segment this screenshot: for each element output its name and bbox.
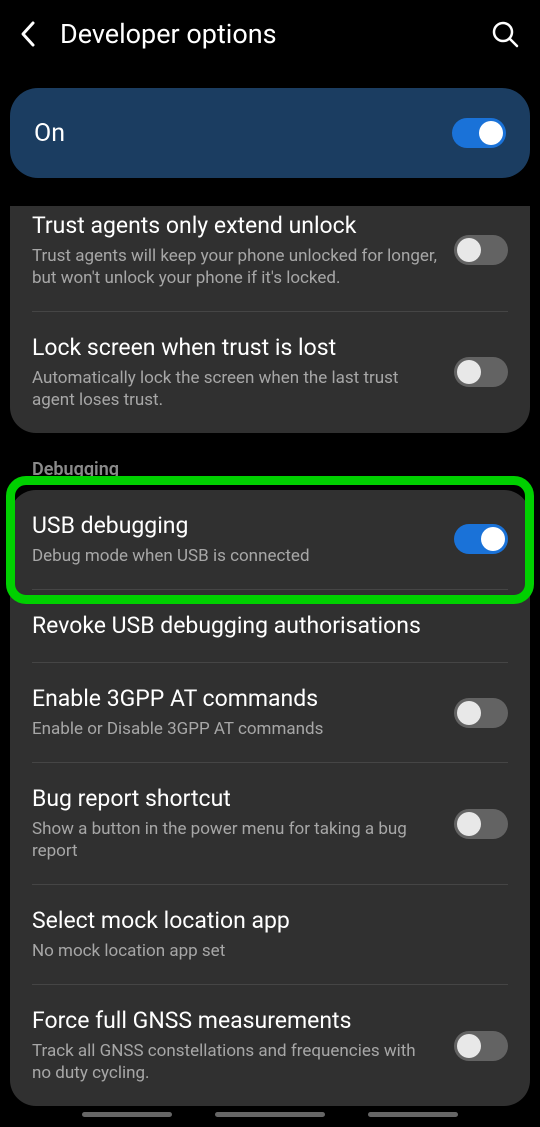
back-icon[interactable] xyxy=(14,20,42,48)
row-force-full-gnss[interactable]: Force full GNSS measurements Track all G… xyxy=(32,985,508,1106)
row-title: Select mock location app xyxy=(32,907,492,936)
row-sub: Trust agents will keep your phone unlock… xyxy=(32,245,438,289)
master-toggle-label: On xyxy=(34,119,452,148)
row-bug-report-shortcut[interactable]: Bug report shortcut Show a button in the… xyxy=(32,763,508,885)
settings-card-trust: Trust agents only extend unlock Trust ag… xyxy=(10,206,530,433)
master-toggle-row[interactable]: On xyxy=(10,88,530,178)
toggle-bug-report-shortcut[interactable] xyxy=(454,809,508,839)
row-title: Revoke USB debugging authorisations xyxy=(32,612,492,641)
row-title: Enable 3GPP AT commands xyxy=(32,685,438,714)
toggle-usb-debugging[interactable] xyxy=(454,524,508,554)
row-title: Bug report shortcut xyxy=(32,785,438,814)
row-title: Trust agents only extend unlock xyxy=(32,212,438,241)
nav-recents[interactable] xyxy=(82,1112,172,1117)
row-sub: Debug mode when USB is connected xyxy=(32,545,438,567)
section-header-debugging: Debugging xyxy=(0,433,540,480)
nav-home[interactable] xyxy=(215,1112,325,1117)
row-title: USB debugging xyxy=(32,512,438,541)
row-sub: Automatically lock the screen when the l… xyxy=(32,367,438,411)
row-enable-3gpp[interactable]: Enable 3GPP AT commands Enable or Disabl… xyxy=(32,663,508,763)
row-sub: Track all GNSS constellations and freque… xyxy=(32,1040,438,1084)
row-sub: Show a button in the power menu for taki… xyxy=(32,818,438,862)
master-toggle-switch[interactable] xyxy=(452,118,506,148)
toggle-trust-agents-extend[interactable] xyxy=(454,235,508,265)
nav-back[interactable] xyxy=(368,1112,458,1117)
row-title: Lock screen when trust is lost xyxy=(32,334,438,363)
toggle-enable-3gpp[interactable] xyxy=(454,698,508,728)
row-sub: No mock location app set xyxy=(32,940,492,962)
row-trust-agents-extend[interactable]: Trust agents only extend unlock Trust ag… xyxy=(32,206,508,312)
row-usb-debugging[interactable]: USB debugging Debug mode when USB is con… xyxy=(32,490,508,590)
toggle-force-full-gnss[interactable] xyxy=(454,1031,508,1061)
page-title: Developer options xyxy=(60,18,490,50)
system-nav-bar xyxy=(0,1107,540,1127)
row-revoke-usb-auth[interactable]: Revoke USB debugging authorisations xyxy=(32,590,508,664)
row-title: Force full GNSS measurements xyxy=(32,1007,438,1036)
row-sub: Enable or Disable 3GPP AT commands xyxy=(32,718,438,740)
app-header: Developer options xyxy=(0,0,540,68)
settings-card-debugging: USB debugging Debug mode when USB is con… xyxy=(10,490,530,1106)
row-select-mock-location[interactable]: Select mock location app No mock locatio… xyxy=(32,885,508,985)
search-icon[interactable] xyxy=(490,19,520,49)
toggle-lock-screen-trust-lost[interactable] xyxy=(454,357,508,387)
row-lock-screen-trust-lost[interactable]: Lock screen when trust is lost Automatic… xyxy=(32,312,508,433)
